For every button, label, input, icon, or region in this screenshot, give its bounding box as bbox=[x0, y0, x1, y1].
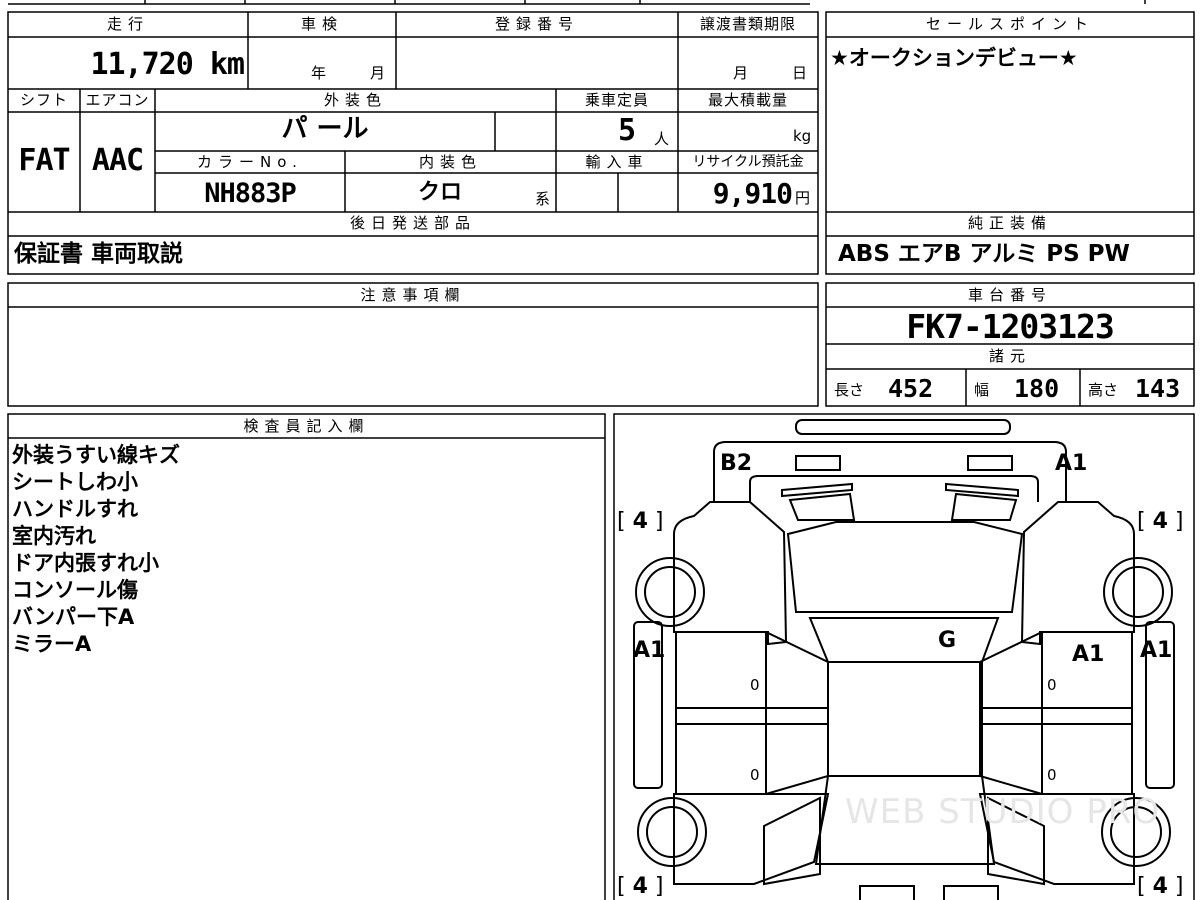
interior-color-value: クロ bbox=[417, 180, 462, 205]
mark-side-right: A1 bbox=[1140, 638, 1173, 663]
color-no-value: NH883P bbox=[204, 178, 297, 209]
inspector-line: バンパー下A bbox=[12, 605, 135, 629]
exterior-color-value: パ ール bbox=[281, 114, 369, 144]
color-no-header: カラーNo. bbox=[197, 153, 303, 171]
mark-rear-left: B2 bbox=[720, 451, 753, 476]
mark-right-door: A1 bbox=[1072, 642, 1105, 667]
door-mark: 0 bbox=[750, 676, 760, 694]
recycle-fee-unit: 円 bbox=[795, 189, 811, 207]
spec-width-value: 180 bbox=[1014, 374, 1060, 403]
door-mark: 0 bbox=[1047, 766, 1057, 784]
inspector-line: コンソール傷 bbox=[12, 578, 138, 602]
inspector-line: ミラーA bbox=[12, 632, 92, 656]
chassis-header: 車台番号 bbox=[967, 286, 1052, 304]
import-header: 輸入車 bbox=[585, 153, 649, 171]
recycle-fee-header: リサイクル預託金 bbox=[692, 154, 804, 170]
equipment-value: ABS エアB アルミ PS PW bbox=[838, 241, 1130, 267]
transfer-deadline-header: 譲渡書類期限 bbox=[699, 15, 796, 33]
inspection-month-unit: 月 bbox=[370, 64, 386, 82]
inspector-line: ハンドルすれ bbox=[12, 497, 138, 521]
tire-tread-front-left: [ 4 ] bbox=[617, 509, 664, 534]
exterior-color-header: 外装色 bbox=[323, 91, 387, 109]
door-mark: 0 bbox=[750, 766, 760, 784]
aircon-value: AAC bbox=[91, 143, 144, 178]
tire-tread-rear-left: [ 4 ] bbox=[617, 874, 664, 899]
shift-value: FAT bbox=[18, 143, 70, 178]
door-mark: 0 bbox=[1047, 676, 1057, 694]
equipment-header: 純正装備 bbox=[967, 214, 1052, 232]
capacity-header: 乗車定員 bbox=[584, 91, 649, 109]
tire-tread-front-right: [ 4 ] bbox=[1137, 509, 1184, 534]
mileage-value: 11,720 km bbox=[90, 47, 245, 82]
inspector-line: 外装うすい線キズ bbox=[12, 443, 180, 467]
capacity-unit: 人 bbox=[654, 130, 670, 148]
interior-color-unit: 系 bbox=[535, 190, 551, 208]
mark-roof: G bbox=[938, 628, 957, 653]
spec-length-label: 長さ bbox=[834, 381, 865, 399]
inspection-header: 車検 bbox=[300, 15, 343, 33]
registration-header: 登録番号 bbox=[494, 15, 579, 33]
watermark: WEB STUDIO PRO bbox=[845, 792, 1161, 832]
capacity-value: 5 bbox=[618, 113, 637, 148]
shift-header: シフト bbox=[19, 91, 68, 109]
tire-tread-rear-right: [ 4 ] bbox=[1137, 874, 1184, 899]
spec-width-label: 幅 bbox=[974, 381, 990, 399]
later-items-value: 保証書 車両取説 bbox=[14, 241, 184, 267]
inspector-line: シートしわ小 bbox=[12, 470, 138, 494]
deadline-day-unit: 日 bbox=[792, 64, 808, 82]
inspection-year-unit: 年 bbox=[311, 64, 327, 82]
inspector-header: 検査員記入欄 bbox=[243, 417, 370, 435]
inspector-line: 室内汚れ bbox=[12, 524, 96, 548]
aircon-header: エアコン bbox=[85, 91, 150, 109]
inspector-line: ドア内張すれ小 bbox=[12, 551, 159, 575]
recycle-fee-value: 9,910 bbox=[712, 177, 793, 210]
max-load-unit: kg bbox=[793, 127, 812, 145]
mark-side-left: A1 bbox=[633, 638, 666, 663]
spec-height-value: 143 bbox=[1135, 374, 1181, 403]
sales-point-value: ★オークションデビュー★ bbox=[830, 46, 1078, 70]
chassis-value: FK7-1203123 bbox=[906, 307, 1115, 346]
later-items-header: 後日発送部品 bbox=[349, 214, 476, 232]
auction-sheet: 走行 車検 登録番号 譲渡書類期限 セールスポイント 11,720 km 年 月… bbox=[0, 0, 1200, 900]
mileage-header: 走行 bbox=[106, 15, 149, 33]
notes-header: 注意事項欄 bbox=[360, 286, 466, 304]
sales-point-header: セールスポイント bbox=[925, 15, 1094, 33]
deadline-month-unit: 月 bbox=[733, 64, 749, 82]
spec-length-value: 452 bbox=[888, 374, 934, 403]
max-load-header: 最大積載量 bbox=[707, 91, 788, 109]
interior-color-header: 内装色 bbox=[418, 153, 482, 171]
inspector-notes: 外装うすい線キズ シートしわ小 ハンドルすれ 室内汚れ ドア内張すれ小 コンソー… bbox=[12, 442, 180, 658]
spec-height-label: 高さ bbox=[1088, 381, 1119, 399]
mark-rear-right: A1 bbox=[1055, 451, 1088, 476]
specs-header: 諸元 bbox=[988, 347, 1031, 365]
